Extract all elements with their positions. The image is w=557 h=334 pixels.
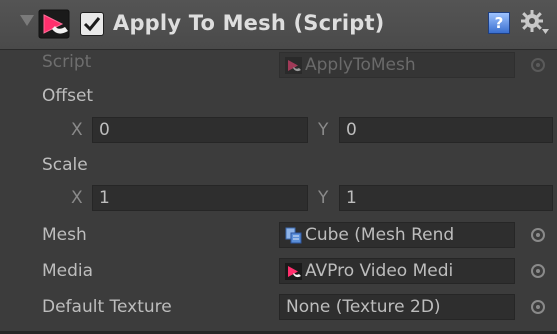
default-texture-field[interactable]: None (Texture 2D) xyxy=(279,294,515,320)
dropdown-arrow-icon xyxy=(542,29,549,34)
media-field[interactable]: AVPro Video Medi xyxy=(279,258,515,284)
help-icon[interactable]: ? xyxy=(488,12,510,34)
mesh-picker-icon[interactable] xyxy=(531,228,545,242)
mesh-label: Mesh xyxy=(42,225,87,245)
scale-label: Scale xyxy=(42,155,88,175)
scale-x-label: X xyxy=(71,188,83,208)
script-value: ApplyToMesh xyxy=(305,55,416,75)
mesh-renderer-icon xyxy=(285,227,302,244)
mesh-field[interactable]: Cube (Mesh Rend xyxy=(279,222,515,248)
script-icon xyxy=(38,9,70,39)
default-texture-value: None (Texture 2D) xyxy=(286,297,441,317)
gear-icon[interactable] xyxy=(520,9,550,37)
media-value: AVPro Video Medi xyxy=(305,261,454,281)
media-label: Media xyxy=(42,261,94,281)
script-field: ApplyToMesh xyxy=(279,52,515,78)
default-texture-picker-icon[interactable] xyxy=(531,300,545,314)
media-picker-icon[interactable] xyxy=(531,264,545,278)
mesh-value: Cube (Mesh Rend xyxy=(305,225,455,245)
scale-y-label: Y xyxy=(318,188,329,208)
checkmark-icon xyxy=(83,17,101,32)
default-texture-label: Default Texture xyxy=(42,297,172,317)
media-player-icon xyxy=(285,263,302,280)
offset-label: Offset xyxy=(42,86,94,106)
offset-x-input[interactable]: 0 xyxy=(92,117,308,143)
script-icon xyxy=(285,57,302,74)
component-header[interactable]: Apply To Mesh (Script) ? xyxy=(0,0,557,50)
inspector-component: Apply To Mesh (Script) ? Script ApplyToM… xyxy=(0,0,557,334)
offset-x-label: X xyxy=(71,120,83,140)
script-label: Script xyxy=(42,52,92,72)
scale-x-input[interactable]: 1 xyxy=(92,185,308,211)
enabled-checkbox[interactable] xyxy=(80,12,104,36)
scale-y-input[interactable]: 1 xyxy=(339,185,553,211)
object-picker-icon xyxy=(531,58,545,72)
component-title: Apply To Mesh (Script) xyxy=(113,11,385,35)
fold-arrow-icon[interactable] xyxy=(20,15,34,26)
offset-y-label: Y xyxy=(318,120,329,140)
offset-y-input[interactable]: 0 xyxy=(339,117,553,143)
